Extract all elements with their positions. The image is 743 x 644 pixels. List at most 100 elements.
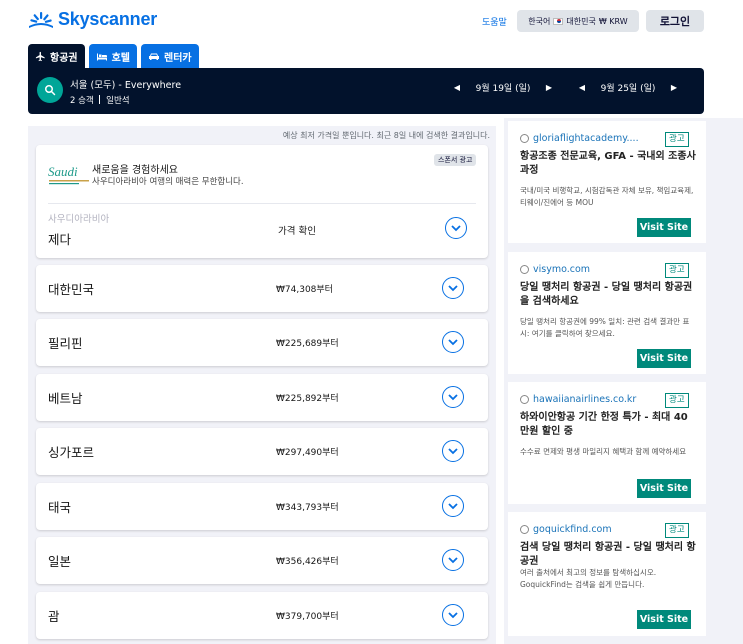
tab-car-hire-label: 렌터카 — [164, 52, 192, 64]
destination-name: 싱가포르 — [48, 445, 95, 460]
skyscanner-logo[interactable]: Skyscanner — [28, 9, 157, 30]
ad-card[interactable]: gloriaflightacademy.... 광고항공조종 전문교육, GFA … — [508, 121, 706, 243]
results-panel: 예상 최저 가격일 뿐입니다. 최근 8일 내에 검색한 결과입니다. Saud… — [28, 126, 496, 644]
destination-card[interactable]: 태국 ₩343,793부터 — [36, 483, 488, 530]
expand-button[interactable] — [445, 217, 467, 239]
ad-badge: 광고 — [665, 132, 689, 147]
destination-card[interactable]: 괌 ₩379,700부터 — [36, 592, 488, 639]
chevron-down-icon — [448, 393, 458, 400]
expand-button[interactable] — [442, 604, 464, 626]
expand-button[interactable] — [442, 495, 464, 517]
chevron-down-icon — [448, 338, 458, 345]
globe-icon — [520, 265, 529, 274]
return-date-picker: ◀ 9월 25일 (일) ▶ — [576, 81, 680, 94]
country-label: 대한민국 — [566, 16, 596, 26]
visit-site-button[interactable]: Visit Site — [637, 479, 691, 498]
price-notice: 예상 최저 가격일 뿐입니다. 최근 8일 내에 검색한 결과입니다. — [282, 131, 490, 140]
ad-headline[interactable]: 항공조종 전문교육, GFA - 국내외 조종사 과정 — [520, 150, 696, 178]
ad-card[interactable]: visymo.com 광고당일 땡처리 항공권 - 당일 땡처리 항공권을 검색하… — [508, 252, 706, 374]
destination-name: 괌 — [48, 609, 60, 624]
visit-site-button[interactable]: Visit Site — [637, 349, 691, 368]
destination-card[interactable]: 대한민국 ₩74,308부터 — [36, 265, 488, 312]
return-prev-arrow[interactable]: ◀ — [576, 83, 588, 92]
currency-label: ₩ KRW — [598, 16, 628, 26]
destination-card[interactable]: 싱가포르 ₩297,490부터 — [36, 428, 488, 475]
ad-badge: 광고 — [665, 393, 689, 408]
chevron-down-icon — [451, 224, 461, 231]
search-summary-bar[interactable]: 서울 (모두) - Everywhere 2 승객 일반석 ◀ 9월 19일 (… — [28, 68, 704, 114]
destination-card[interactable]: 베트남 ₩225,892부터 — [36, 374, 488, 421]
destination-name: 대한민국 — [48, 282, 95, 297]
promo-price: 가격 확인 — [278, 226, 316, 237]
globe-icon — [520, 134, 529, 143]
destination-card[interactable]: 필리핀 ₩225,689부터 — [36, 319, 488, 366]
ad-description: 여러 출처에서 최고의 정보를 탐색하십시오. GoquickFind는 검색을… — [520, 568, 657, 589]
chevron-down-icon — [448, 502, 458, 509]
top-header: Skyscanner 도움말 한국어 대한민국 ₩ KRW 로그인 — [0, 0, 743, 44]
destination-price: ₩225,892부터 — [276, 394, 339, 404]
return-date[interactable]: 9월 25일 (일) — [588, 81, 668, 94]
plane-icon — [35, 51, 45, 61]
language-label: 한국어 — [528, 16, 551, 26]
expand-button[interactable] — [442, 331, 464, 353]
promo-city: 제다 — [48, 232, 72, 247]
ad-domain-link[interactable]: goquickfind.com — [520, 524, 612, 535]
destination-name: 태국 — [48, 500, 72, 515]
destination-price: ₩343,793부터 — [276, 503, 339, 513]
promo-subtitle: 사우디아라비아 여행의 매력은 무한합니다. — [92, 177, 244, 187]
ad-badge: 광고 — [665, 523, 689, 538]
help-link[interactable]: 도움말 — [482, 15, 507, 28]
ad-card[interactable]: hawaiianairlines.co.kr 광고하와이안항공 기간 한정 특가 … — [508, 382, 706, 504]
ad-domain-link[interactable]: gloriaflightacademy.... — [520, 133, 639, 144]
ad-domain-link[interactable]: hawaiianairlines.co.kr — [520, 394, 636, 405]
tab-hotels[interactable]: 호텔 — [88, 44, 138, 68]
ad-description: 당일 땡처리 항공권에 99% 일치: 관련 검색 결과만 표시: 여기를 클릭… — [520, 317, 690, 338]
sponsored-card[interactable]: Saudi 새로움을 경험하세요 사우디아라비아 여행의 매력은 무한합니다. … — [36, 145, 488, 258]
expand-button[interactable] — [442, 440, 464, 462]
ad-card[interactable]: goquickfind.com 광고검색 당일 땡처리 항공권 - 당일 땡처리 … — [508, 512, 706, 636]
search-button[interactable] — [37, 77, 63, 103]
search-icon — [45, 85, 56, 96]
tab-flights[interactable]: 항공권 — [28, 44, 85, 68]
depart-next-arrow[interactable]: ▶ — [543, 83, 555, 92]
ad-domain-link[interactable]: visymo.com — [520, 264, 590, 275]
globe-icon — [520, 525, 529, 534]
route-text: 서울 (모두) - Everywhere — [70, 80, 182, 91]
ad-badge: 광고 — [665, 263, 689, 278]
expand-button[interactable] — [442, 277, 464, 299]
chevron-down-icon — [448, 284, 458, 291]
depart-date-picker: ◀ 9월 19일 (일) ▶ — [451, 81, 555, 94]
expand-button[interactable] — [442, 549, 464, 571]
ad-headline[interactable]: 하와이안항공 기간 한정 특가 - 최대 40만원 할인 중 — [520, 411, 696, 439]
chevron-down-icon — [448, 447, 458, 454]
sponsor-badge: 스폰서 광고 — [434, 154, 477, 166]
korea-flag-icon — [553, 17, 564, 25]
promo-country: 사우디아라비아 — [48, 214, 110, 225]
car-icon — [149, 53, 160, 60]
depart-date[interactable]: 9월 19일 (일) — [463, 81, 543, 94]
divider — [48, 203, 476, 204]
tab-car-hire[interactable]: 렌터카 — [141, 44, 199, 68]
return-next-arrow[interactable]: ▶ — [668, 83, 680, 92]
travellers-count: 2 승객 — [70, 96, 94, 106]
destination-price: ₩297,490부터 — [276, 448, 339, 458]
expand-button[interactable] — [442, 386, 464, 408]
ad-headline[interactable]: 검색 당일 땡처리 항공권 - 당일 땡처리 항공권 — [520, 541, 696, 569]
saudi-logo-text: Saudi — [48, 164, 78, 179]
depart-prev-arrow[interactable]: ◀ — [451, 83, 463, 92]
destination-name: 베트남 — [48, 391, 83, 406]
destination-price: ₩379,700부터 — [276, 612, 339, 622]
destination-card[interactable]: 일본 ₩356,426부터 — [36, 537, 488, 584]
product-tabs: 항공권 호텔 렌터카 — [28, 44, 199, 68]
ad-headline[interactable]: 당일 땡처리 항공권 - 당일 땡처리 항공권을 검색하세요 — [520, 281, 696, 309]
bed-icon — [96, 53, 107, 60]
login-button[interactable]: 로그인 — [646, 10, 704, 32]
locale-button[interactable]: 한국어 대한민국 ₩ KRW — [517, 10, 639, 32]
ads-column: gloriaflightacademy.... 광고 항공조종 전문교육, GFA … — [504, 118, 743, 644]
destination-price: ₩356,426부터 — [276, 557, 339, 567]
destination-name: 필리핀 — [48, 336, 83, 351]
visit-site-button[interactable]: Visit Site — [637, 610, 691, 629]
saudi-logo: Saudi — [48, 164, 89, 185]
tab-hotels-label: 호텔 — [111, 52, 131, 64]
visit-site-button[interactable]: Visit Site — [637, 218, 691, 237]
